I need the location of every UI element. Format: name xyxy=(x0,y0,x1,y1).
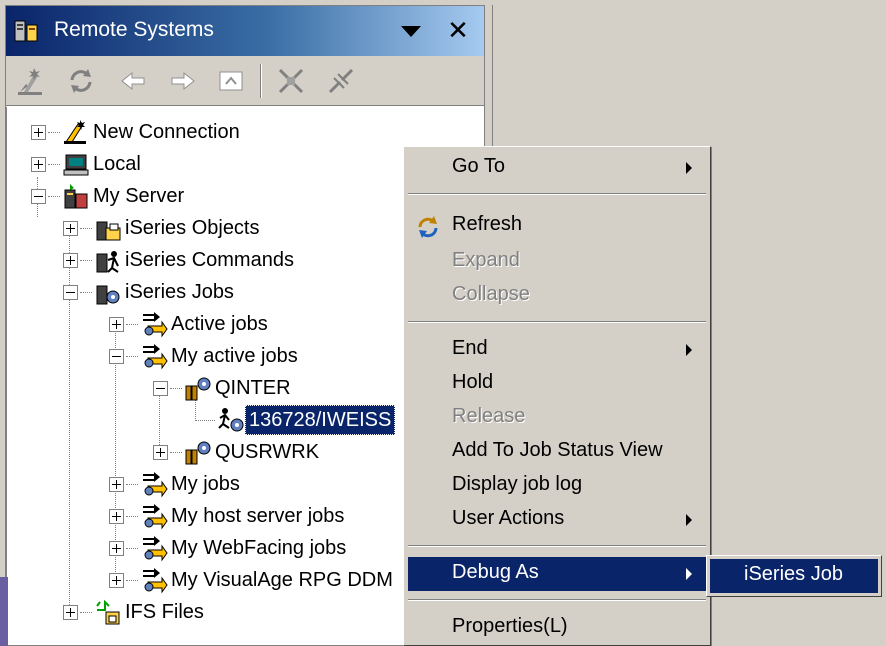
job-filter-icon xyxy=(140,502,168,530)
ifs-files-icon xyxy=(94,598,122,626)
collapse-toggle[interactable] xyxy=(153,380,168,396)
menu-separator xyxy=(408,321,706,323)
collapse-toggle[interactable] xyxy=(109,348,124,364)
running-job-icon xyxy=(217,406,245,434)
expand-toggle[interactable] xyxy=(109,540,124,556)
tree-item-my-visualage-rpg-ddm[interactable]: My VisualAge RPG DDM xyxy=(109,564,396,596)
up-icon[interactable] xyxy=(214,64,248,98)
subsystem-icon xyxy=(184,438,212,466)
remote-systems-icon xyxy=(14,19,42,43)
menu-item-properties[interactable]: Properties(L) xyxy=(408,611,706,645)
menu-item-debug-as[interactable]: Debug As xyxy=(408,557,706,591)
view-toolbar xyxy=(6,56,484,106)
iseries-commands-icon xyxy=(94,246,122,274)
tree-item-iseries-jobs[interactable]: iSeries Jobs xyxy=(63,276,237,308)
back-icon[interactable] xyxy=(116,64,150,98)
collapse-all-icon[interactable] xyxy=(274,64,308,98)
menu-item-refresh[interactable]: Refresh xyxy=(408,209,706,243)
tree-item-my-jobs[interactable]: My jobs xyxy=(109,468,243,500)
expand-toggle[interactable] xyxy=(31,124,46,140)
new-connection-icon xyxy=(62,118,90,146)
tree-item-job-136728[interactable]: 136728/IWEISS xyxy=(195,404,396,436)
job-filter-icon xyxy=(140,342,168,370)
job-filter-icon xyxy=(140,310,168,338)
forward-icon[interactable] xyxy=(166,64,200,98)
menu-item-go-to[interactable]: Go To xyxy=(408,151,706,185)
menu-separator xyxy=(408,545,706,547)
tree-item-iseries-commands[interactable]: iSeries Commands xyxy=(63,244,297,276)
new-connection-icon[interactable] xyxy=(14,64,48,98)
expand-toggle[interactable] xyxy=(153,444,168,460)
expand-toggle[interactable] xyxy=(63,252,78,268)
expand-toggle[interactable] xyxy=(109,316,124,332)
refresh-icon xyxy=(414,213,442,241)
job-filter-icon xyxy=(140,566,168,594)
tree-item-active-jobs[interactable]: Active jobs xyxy=(109,308,271,340)
job-filter-icon xyxy=(140,534,168,562)
menu-separator xyxy=(408,599,706,601)
job-filter-icon xyxy=(140,470,168,498)
expand-toggle[interactable] xyxy=(109,476,124,492)
menu-item-end[interactable]: End xyxy=(408,333,706,367)
menu-item-collapse: Collapse xyxy=(452,283,530,305)
expand-toggle[interactable] xyxy=(63,604,78,620)
debug-as-submenu: iSeries Job xyxy=(706,555,882,597)
context-menu: Go To Refresh Expand Collapse End Hold R… xyxy=(403,146,711,646)
tree-item-my-server[interactable]: My Server xyxy=(31,180,187,212)
iseries-objects-icon xyxy=(94,214,122,242)
menu-separator xyxy=(408,193,706,195)
submenu-arrow-icon xyxy=(686,514,692,526)
view-title-bar[interactable]: Remote Systems ✕ xyxy=(6,6,484,56)
tree-item-iseries-objects[interactable]: iSeries Objects xyxy=(63,212,263,244)
menu-item-display-job-log[interactable]: Display job log xyxy=(408,469,706,503)
tree-item-local[interactable]: Local xyxy=(31,148,144,180)
tree-item-qinter[interactable]: QINTER xyxy=(153,372,294,404)
submenu-arrow-icon xyxy=(686,162,692,174)
menu-item-expand: Expand xyxy=(452,249,520,271)
tree-item-qusrwrk[interactable]: QUSRWRK xyxy=(153,436,322,468)
expand-toggle[interactable] xyxy=(109,572,124,588)
expand-toggle[interactable] xyxy=(63,220,78,236)
view-title: Remote Systems xyxy=(54,18,214,41)
iseries-jobs-icon xyxy=(94,278,122,306)
menu-item-user-actions[interactable]: User Actions xyxy=(408,503,706,537)
link-icon[interactable] xyxy=(324,64,358,98)
menu-item-add-to-job-status-view[interactable]: Add To Job Status View xyxy=(408,435,706,469)
computer-icon xyxy=(62,150,90,178)
expand-toggle[interactable] xyxy=(109,508,124,524)
submenu-item-iseries-job[interactable]: iSeries Job xyxy=(710,559,878,593)
server-icon xyxy=(62,182,90,210)
expand-toggle[interactable] xyxy=(31,156,46,172)
window-edge xyxy=(0,577,8,646)
collapse-toggle[interactable] xyxy=(63,284,78,300)
submenu-arrow-icon xyxy=(686,568,692,580)
collapse-toggle[interactable] xyxy=(31,188,46,204)
menu-item-release: Release xyxy=(452,405,526,427)
view-menu-chevron-down-icon[interactable] xyxy=(398,20,424,42)
tree-item-ifs-files[interactable]: IFS Files xyxy=(63,596,207,628)
subsystem-icon xyxy=(184,374,212,402)
refresh-icon[interactable] xyxy=(64,64,98,98)
tree-item-my-active-jobs[interactable]: My active jobs xyxy=(109,340,301,372)
close-icon[interactable]: ✕ xyxy=(443,14,473,46)
menu-item-hold[interactable]: Hold xyxy=(408,367,706,401)
tree-item-my-webfacing-jobs[interactable]: My WebFacing jobs xyxy=(109,532,349,564)
toolbar-separator xyxy=(260,64,262,98)
tree-item-new-connection[interactable]: New Connection xyxy=(31,116,243,148)
submenu-arrow-icon xyxy=(686,344,692,356)
tree-item-my-host-server-jobs[interactable]: My host server jobs xyxy=(109,500,347,532)
